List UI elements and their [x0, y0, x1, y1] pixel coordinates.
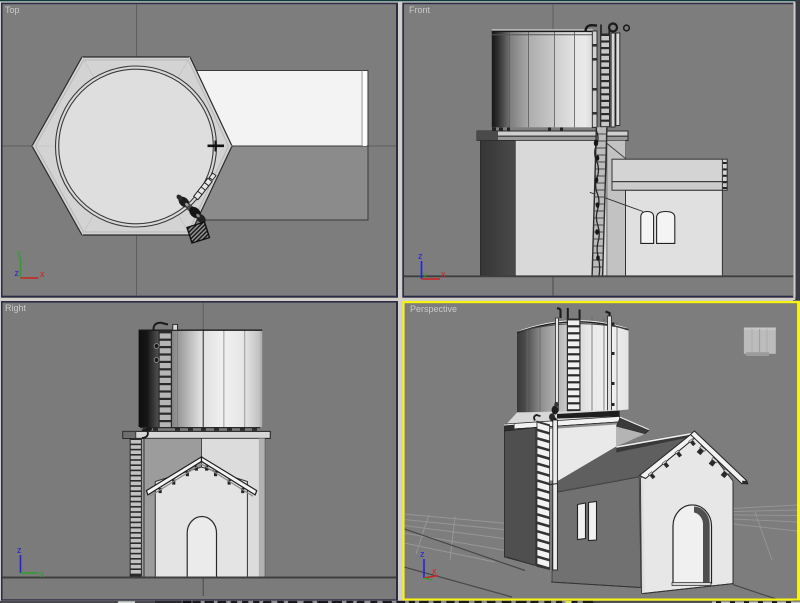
- svg-text:z: z: [420, 549, 425, 559]
- svg-text:x: x: [441, 269, 446, 279]
- svg-text:z: z: [418, 251, 423, 261]
- svg-text:Front: Front: [409, 5, 431, 15]
- svg-text:x: x: [432, 566, 437, 576]
- svg-text:z: z: [15, 268, 20, 278]
- svg-text:x: x: [40, 269, 45, 279]
- svg-text:Perspective: Perspective: [410, 304, 457, 314]
- svg-text:Right: Right: [5, 303, 27, 313]
- svg-text:x: x: [40, 569, 45, 579]
- svg-text:z: z: [17, 545, 22, 555]
- svg-text:y: y: [17, 248, 22, 258]
- svg-text:y: y: [423, 270, 427, 279]
- svg-text:Top: Top: [5, 5, 20, 15]
